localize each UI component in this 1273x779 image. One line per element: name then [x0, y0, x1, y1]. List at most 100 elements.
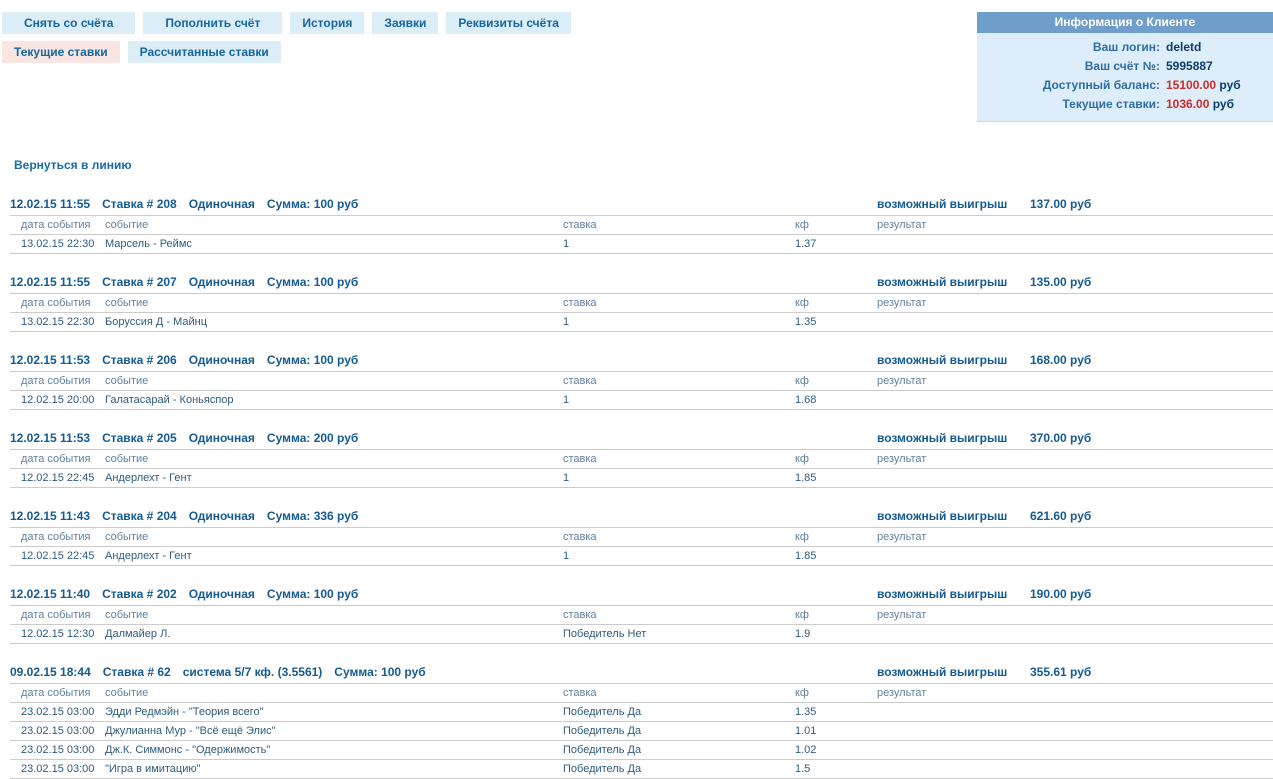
event-name: Далмайер Л. — [105, 628, 171, 640]
bet-header-left: 12.02.15 11:55 Ставка # 208 Одиночная Сумма… — [10, 197, 877, 211]
possible-win-label: возможный выигрыш — [877, 275, 1008, 289]
client-info-body: Ваш логин: deletd Ваш счёт №: 5995887 До… — [977, 33, 1273, 122]
event-result — [877, 547, 1273, 565]
event-result — [877, 313, 1273, 331]
event-date: 23.02.15 03:00 — [21, 706, 95, 718]
possible-win-value: 190.00 руб — [1030, 587, 1092, 601]
event-date: 12.02.15 22:45 — [21, 472, 95, 484]
event-stake: 1 — [563, 394, 570, 406]
client-current-bets-label: Текущие ставки: — [1062, 97, 1160, 111]
client-info-title: Информация о Клиенте — [977, 12, 1273, 33]
bet-type: Одиночная — [188, 587, 255, 601]
event-stake: Победитель Нет — [563, 628, 647, 640]
event-result — [877, 741, 1273, 759]
bet-sum: Сумма: 100 руб — [266, 353, 359, 367]
event-name: Эдди Редмэйн - "Теория всего" — [105, 706, 264, 718]
bet-columns-header: дата события событие ставка кф результат — [10, 216, 1273, 235]
client-login-value: deletd — [1166, 40, 1202, 54]
bet-header: 12.02.15 11:53 Ставка # 205 Одиночная Сумма… — [10, 431, 1273, 450]
bet-columns-header: дата события событие ставка кф результат — [10, 294, 1273, 313]
bet-type: Одиночная — [188, 509, 255, 523]
event-coefficient: 1.5 — [795, 763, 811, 775]
client-balance-currency: руб — [1216, 78, 1241, 92]
column-header-coefficient: кф — [795, 531, 809, 543]
bet-event-row: 12.02.15 22:45 Андерлехт - Гент 1 1.85 — [10, 547, 1273, 566]
client-balance-value: 15100.00 руб — [1160, 76, 1241, 95]
tab-history[interactable]: История — [290, 12, 365, 34]
tab-current-bets[interactable]: Текущие ставки — [2, 41, 120, 63]
bet-header-left: 09.02.15 18:44 Ставка # 62 система 5/7 кф.… — [10, 665, 877, 679]
possible-win-label: возможный выигрыш — [877, 353, 1008, 367]
tab-account-details[interactable]: Реквизиты счёта — [446, 12, 571, 34]
bet-type: Одиночная — [188, 275, 255, 289]
bet-placed-datetime: 12.02.15 11:55 — [10, 197, 91, 211]
bet-number: Ставка # 207 — [102, 275, 177, 289]
tab-withdraw[interactable]: Снять со счёта — [2, 12, 136, 34]
event-coefficient: 1.02 — [795, 744, 817, 756]
bet-block: 12.02.15 11:43 Ставка # 204 Одиночная Сумма… — [10, 509, 1273, 566]
client-account-number-row: Ваш счёт №: 5995887 — [977, 57, 1273, 76]
bet-columns-header: дата события событие ставка кф результат — [10, 372, 1273, 391]
column-header-stake: ставка — [563, 687, 597, 699]
possible-win-value: 137.00 руб — [1030, 197, 1092, 211]
back-to-line-link[interactable]: Вернуться в линию — [14, 158, 132, 172]
possible-win-value: 355.61 руб — [1030, 665, 1092, 679]
column-header-result: результат — [877, 297, 927, 309]
column-header-stake: ставка — [563, 609, 597, 621]
column-header-event-date: дата события — [21, 609, 91, 621]
event-date: 12.02.15 22:45 — [21, 550, 95, 562]
client-account-number-value: 5995887 — [1166, 59, 1213, 73]
tab-settled-bets[interactable]: Рассчитанные ставки — [127, 41, 281, 63]
bet-placed-datetime: 12.02.15 11:53 — [10, 353, 91, 367]
bet-columns-header: дата события событие ставка кф результат — [10, 528, 1273, 547]
bet-sum: Сумма: 100 руб — [266, 275, 359, 289]
bet-header-left: 12.02.15 11:53 Ставка # 205 Одиночная Сумма… — [10, 431, 877, 445]
bet-event-row: 13.02.15 22:30 Марсель - Реймс 1 1.37 — [10, 235, 1273, 254]
column-header-result: результат — [877, 375, 927, 387]
column-header-event: событие — [105, 375, 149, 387]
client-current-bets-amount: 1036.00 — [1166, 97, 1210, 111]
bet-header-left: 12.02.15 11:43 Ставка # 204 Одиночная Сумма… — [10, 509, 877, 523]
tab-deposit[interactable]: Пополнить счёт — [143, 12, 283, 34]
event-stake: 1 — [563, 238, 570, 250]
event-stake: 1 — [563, 550, 570, 562]
column-header-coefficient: кф — [795, 687, 809, 699]
possible-win-label: возможный выигрыш — [877, 509, 1008, 523]
bet-sum: Сумма: 336 руб — [266, 509, 359, 523]
column-header-event-date: дата события — [21, 219, 91, 231]
column-header-event: событие — [105, 219, 149, 231]
client-balance-label: Доступный баланс: — [1042, 78, 1160, 92]
bet-block: 09.02.15 18:44 Ставка # 62 система 5/7 кф.… — [10, 665, 1273, 779]
top-navigation: Снять со счёта Пополнить счёт История За… — [0, 0, 1273, 122]
event-date: 23.02.15 03:00 — [21, 725, 95, 737]
possible-win-value: 370.00 руб — [1030, 431, 1092, 445]
column-header-coefficient: кф — [795, 375, 809, 387]
column-header-result: результат — [877, 219, 927, 231]
bet-number: Ставка # 204 — [102, 509, 177, 523]
event-name: Андерлехт - Гент — [105, 550, 192, 562]
bet-event-row: 23.02.15 03:00 Дж.К. Симмонс - "Одержимос… — [10, 741, 1273, 760]
possible-win-value: 168.00 руб — [1030, 353, 1092, 367]
event-date: 13.02.15 22:30 — [21, 316, 95, 328]
column-header-event-date: дата события — [21, 531, 91, 543]
bet-type: система 5/7 кф. (3.5561) — [182, 665, 323, 679]
event-result — [877, 235, 1273, 253]
event-result — [877, 760, 1273, 778]
column-header-event-date: дата события — [21, 375, 91, 387]
bet-header-left: 12.02.15 11:53 Ставка # 206 Одиночная Сумма… — [10, 353, 877, 367]
event-result — [877, 469, 1273, 487]
bet-sum: Сумма: 100 руб — [266, 587, 359, 601]
bet-header: 12.02.15 11:43 Ставка # 204 Одиночная Сумма… — [10, 509, 1273, 528]
client-balance-amount: 15100.00 — [1166, 78, 1217, 92]
bet-columns-header: дата события событие ставка кф результат — [10, 684, 1273, 703]
tab-requests[interactable]: Заявки — [372, 12, 439, 34]
bet-number: Ставка # 202 — [102, 587, 177, 601]
event-name: Андерлехт - Гент — [105, 472, 192, 484]
column-header-event-date: дата события — [21, 687, 91, 699]
event-stake: 1 — [563, 472, 570, 484]
event-coefficient: 1.01 — [795, 725, 817, 737]
bet-event-row: 13.02.15 22:30 Боруссия Д - Майнц 1 1.35 — [10, 313, 1273, 332]
column-header-event-date: дата события — [21, 297, 91, 309]
bet-event-row: 12.02.15 12:30 Далмайер Л. Победитель Нет 1… — [10, 625, 1273, 644]
bet-header-left: 12.02.15 11:55 Ставка # 207 Одиночная Сумма… — [10, 275, 877, 289]
